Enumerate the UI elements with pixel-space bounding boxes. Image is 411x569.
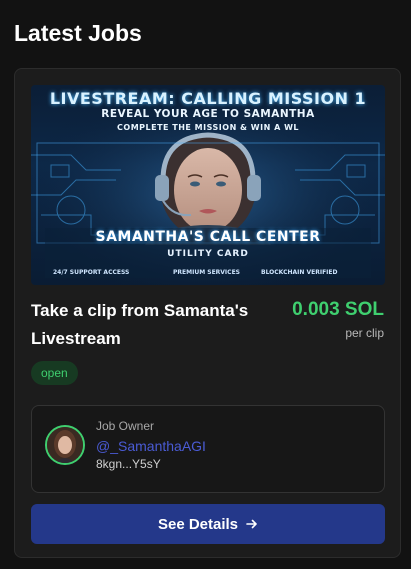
banner-title: LIVESTREAM: CALLING MISSION 1 — [49, 89, 367, 108]
section-title: Latest Jobs — [14, 20, 142, 46]
see-details-button[interactable]: See Details — [31, 504, 385, 544]
avatar[interactable] — [45, 425, 85, 465]
owner-handle-link[interactable]: @_SamanthaAGI — [96, 438, 206, 454]
banner-foot-right: BLOCKCHAIN VERIFIED — [261, 269, 338, 276]
job-price: 0.003 SOL — [292, 299, 384, 320]
banner-foot-mid: PREMIUM SERVICES — [173, 269, 240, 276]
banner-foot-left: 24/7 SUPPORT ACCESS — [53, 269, 130, 276]
status-badge: open — [31, 361, 78, 385]
job-price-unit: per clip — [345, 326, 384, 340]
banner-subtitle: UTILITY CARD — [167, 249, 249, 259]
job-owner-panel: Job Owner @_SamanthaAGI 8kgn...Y5sY — [31, 405, 385, 493]
job-title[interactable]: Take a clip from Samanta's Livestream — [31, 297, 271, 353]
owner-label: Job Owner — [96, 419, 155, 433]
banner-line2: COMPLETE THE MISSION & WIN A WL — [117, 123, 299, 132]
see-details-label: See Details — [157, 515, 239, 533]
banner-call-center: SAMANTHA'S CALL CENTER — [95, 229, 321, 245]
avatar-portrait-icon — [47, 427, 83, 463]
banner-line1: REVEAL YOUR AGE TO SAMANTHA — [101, 108, 315, 120]
arrow-right-icon — [246, 519, 257, 529]
owner-wallet-address: 8kgn...Y5sY — [96, 457, 161, 471]
job-card[interactable]: LIVESTREAM: CALLING MISSION 1 REVEAL YOU… — [14, 68, 401, 558]
job-banner-image[interactable]: LIVESTREAM: CALLING MISSION 1 REVEAL YOU… — [31, 85, 385, 285]
